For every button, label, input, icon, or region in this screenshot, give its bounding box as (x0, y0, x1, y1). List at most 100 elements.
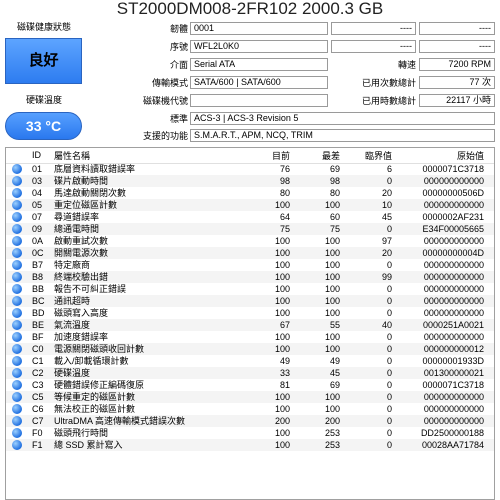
table-row[interactable]: F0 磁頭飛行時間 100 253 0 DD2500000188 (6, 427, 494, 439)
current-value: 100 (274, 307, 290, 318)
threshold-value: 0 (386, 259, 392, 270)
status-dot-icon (12, 296, 22, 307)
attribute-name: 重定位磁區計數 (54, 199, 246, 211)
table-row[interactable]: BF 加速度錯誤率 100 100 0 000000000000 (6, 331, 494, 343)
threshold-value: 0 (346, 175, 398, 187)
standard-label: 標準 (169, 114, 188, 124)
raw-value: E34F00005665 (398, 223, 494, 235)
attribute-name: UltraDMA 高速傳輸模式錯誤次數 (54, 415, 246, 427)
worst-value: 200 (296, 415, 346, 427)
threshold-value: 10 (346, 199, 398, 211)
worst-column-header[interactable]: 最差 (296, 148, 346, 164)
table-row[interactable]: 09 總通電時間 75 75 0 E34F00005665 (6, 223, 494, 235)
worst-value: 100 (324, 283, 340, 294)
status-dot-icon (12, 164, 22, 175)
id-column-header[interactable]: ID (28, 148, 54, 164)
status-dot-icon (12, 392, 22, 403)
status-dot-icon (12, 224, 22, 235)
status-dot-icon (12, 212, 22, 223)
attribute-name: 無法校正的磁區計數 (54, 403, 136, 414)
attribute-id: B7 (32, 259, 44, 270)
transfer-mode-label: 傳輸模式 (151, 78, 188, 88)
status-cell (6, 187, 28, 199)
threshold-value: 20 (381, 187, 392, 198)
status-dot-icon (12, 332, 22, 343)
table-row[interactable]: 01 底層資料讀取錯誤率 76 69 6 0000071C3718 (6, 163, 494, 175)
table-row[interactable]: BD 磁頭寫入高度 100 100 0 000000000000 (6, 307, 494, 319)
table-row[interactable]: C1 載入/卸載循環計數 49 49 0 00000001933D (6, 355, 494, 367)
current-value: 100 (246, 439, 296, 451)
raw-value: 000000000000 (423, 307, 484, 318)
raw-value: 0000002AF231 (422, 211, 484, 222)
table-row[interactable]: C6 無法校正的磁區計數 100 100 0 000000000000 (6, 403, 494, 415)
table-row[interactable]: 04 馬達啟動關閉次數 80 80 20 00000000506D (6, 187, 494, 199)
threshold-value: 0 (346, 391, 398, 403)
attribute-id: 05 (28, 199, 54, 211)
table-row[interactable]: BB 報告不可糾正錯誤 100 100 0 000000000000 (6, 283, 494, 295)
temperature-badge[interactable]: 33 °C (5, 112, 82, 140)
table-row[interactable]: BC 通訊超時 100 100 0 000000000000 (6, 295, 494, 307)
table-row[interactable]: 07 尋道錯誤率 64 60 45 0000002AF231 (6, 211, 494, 223)
status-dot-icon (12, 356, 22, 367)
worst-value: 100 (324, 331, 340, 342)
attribute-name: 報告不可糾正錯誤 (54, 283, 127, 294)
table-row[interactable]: C2 硬碟溫度 33 45 0 001300000021 (6, 367, 494, 379)
attribute-id: 07 (32, 211, 43, 222)
threshold-value: 0 (386, 427, 392, 438)
blank-field-1-left: ---- (331, 22, 416, 35)
threshold-value: 0 (346, 415, 398, 427)
raw-value: 000000000000 (423, 259, 484, 270)
attribute-id: BF (32, 331, 44, 342)
attribute-name: 開關電源次數 (54, 247, 246, 259)
smart-attributes-table[interactable]: ID 屬性名稱 目前 最差 臨界值 原始值 01 底層資料讀取錯誤率 76 69 6 00… (5, 147, 495, 500)
table-row[interactable]: BE 氣流溫度 67 55 40 0000251A0021 (6, 319, 494, 331)
raw-value: DD2500000188 (420, 427, 484, 438)
raw-value: 000000000000 (423, 235, 484, 246)
raw-value: 000000000000 (398, 271, 494, 283)
status-cell (6, 331, 28, 343)
threshold-value: 40 (346, 319, 398, 331)
status-cell (6, 271, 28, 283)
attribute-name: 終端校驗出錯 (54, 271, 246, 283)
table-row[interactable]: 0C 開關電源次數 100 100 20 00000000004D (6, 247, 494, 259)
blank-field-2-left: ---- (331, 40, 416, 53)
worst-value: 100 (296, 295, 346, 307)
attribute-name: 載入/卸載循環計數 (54, 355, 129, 366)
worst-value: 100 (296, 391, 346, 403)
raw-value-column-header[interactable]: 原始值 (398, 148, 494, 164)
table-row[interactable]: B7 特定廠商 100 100 0 000000000000 (6, 259, 494, 271)
table-row[interactable]: C7 UltraDMA 高速傳輸模式錯誤次數 200 200 0 000000000000 (6, 415, 494, 427)
raw-value: 00000000004D (398, 247, 494, 259)
table-row[interactable]: C3 硬體錯誤修正編碼復原 81 69 0 0000071C3718 (6, 379, 494, 391)
status-dot-icon (12, 308, 22, 319)
status-dot-icon (12, 272, 22, 283)
health-status-button[interactable]: 良好 (5, 38, 82, 84)
table-row[interactable]: C5 等候重定的磁區計數 100 100 0 000000000000 (6, 391, 494, 403)
status-dot-icon (12, 284, 22, 295)
threshold-value: 97 (381, 235, 392, 246)
table-row[interactable]: 05 重定位磁區計數 100 100 10 000000000000 (6, 199, 494, 211)
status-cell (6, 283, 28, 295)
attribute-name: 硬碟溫度 (54, 367, 246, 379)
status-cell (6, 259, 28, 271)
threshold-value: 0 (386, 379, 392, 390)
current-column-header[interactable]: 目前 (246, 148, 296, 164)
status-cell (6, 223, 28, 235)
raw-value: 0000251A0021 (398, 319, 494, 331)
name-column-header[interactable]: 屬性名稱 (54, 148, 246, 164)
current-value: 64 (279, 211, 290, 222)
status-cell (6, 295, 28, 307)
table-row[interactable]: 0A 啟動重試次數 100 100 97 000000000000 (6, 235, 494, 247)
table-row[interactable]: C0 電源關閉磁頭收回計數 100 100 0 000000000012 (6, 343, 494, 355)
threshold-value: 0 (346, 439, 398, 451)
attribute-id: BB (32, 283, 45, 294)
table-row[interactable]: F1 總 SSD 累計寫入 100 253 0 00028AA71784 (6, 439, 494, 451)
health-status-title: 磁碟健康狀態 (16, 22, 71, 32)
attribute-id: F0 (32, 427, 43, 438)
table-row[interactable]: B8 終端校驗出錯 100 100 99 000000000000 (6, 271, 494, 283)
table-row[interactable]: 03 碟片啟動時間 98 98 0 000000000000 (6, 175, 494, 187)
threshold-column-header[interactable]: 臨界值 (346, 148, 398, 164)
current-value: 49 (279, 355, 290, 366)
status-dot-icon (12, 260, 22, 271)
power-on-count-field: 77 次 (419, 76, 495, 89)
